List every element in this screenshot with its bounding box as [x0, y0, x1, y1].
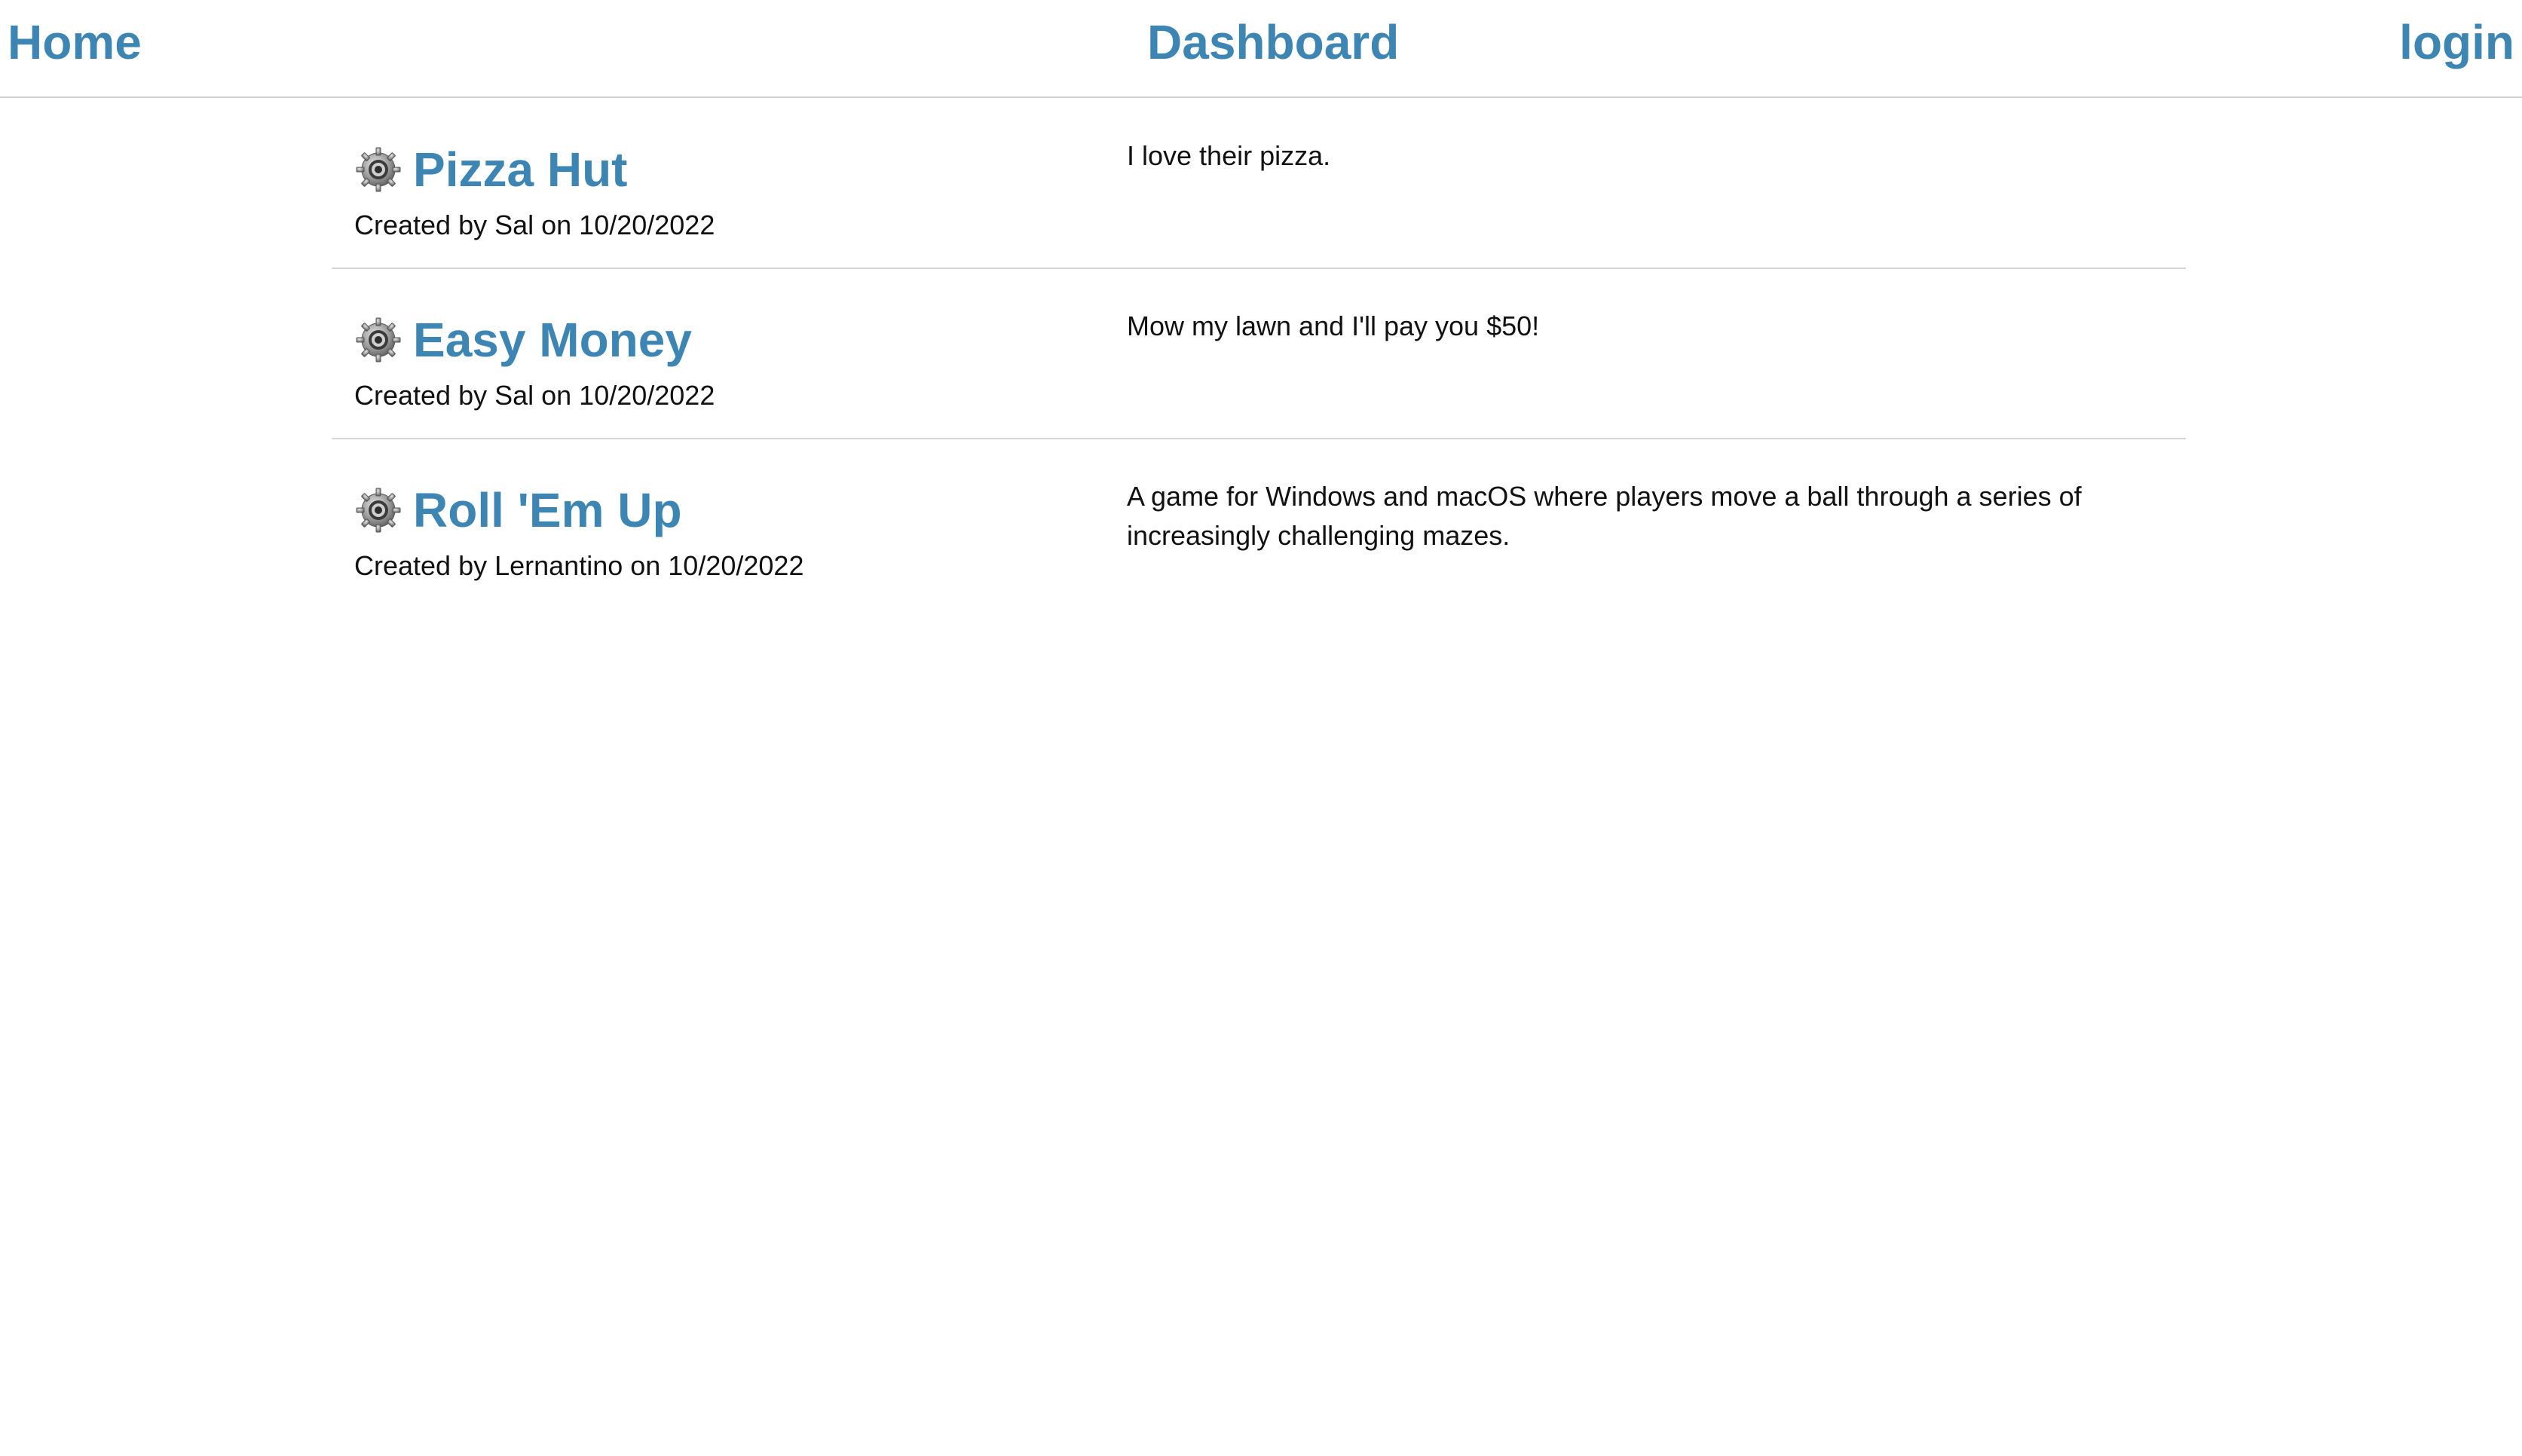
nav-login-link[interactable]: login [2399, 11, 2514, 74]
item-title-link[interactable]: Roll 'Em Up [413, 482, 682, 539]
item-title-link[interactable]: Easy Money [413, 311, 692, 369]
item-meta: Created by Lernantino on 10/20/2022 [354, 550, 804, 581]
item-description: A game for Windows and macOS where playe… [1127, 481, 2082, 551]
item-description: I love their pizza. [1127, 140, 1331, 171]
item-description: Mow my lawn and I'll pay you $50! [1127, 310, 1540, 341]
nav-dashboard-link[interactable]: Dashboard [1147, 11, 1399, 74]
title-line: Roll 'Em Up [354, 482, 1108, 539]
item-meta: Created by Sal on 10/20/2022 [354, 210, 715, 240]
post-list: Pizza Hut Created by Sal on 10/20/2022 I… [332, 99, 2186, 610]
nav-home-link[interactable]: Home [8, 11, 142, 74]
title-line: Pizza Hut [354, 141, 1108, 198]
item-meta: Created by Sal on 10/20/2022 [354, 380, 715, 411]
gear-icon[interactable] [354, 486, 402, 534]
list-item: Easy Money Created by Sal on 10/20/2022 … [332, 269, 2186, 439]
gear-icon[interactable] [354, 316, 402, 364]
list-item-header: Roll 'Em Up Created by Lernantino on 10/… [354, 482, 1108, 583]
title-line: Easy Money [354, 311, 1108, 369]
list-item-header: Easy Money Created by Sal on 10/20/2022 [354, 311, 1108, 412]
list-item-header: Pizza Hut Created by Sal on 10/20/2022 [354, 141, 1108, 242]
item-title-link[interactable]: Pizza Hut [413, 141, 627, 198]
gear-icon[interactable] [354, 145, 402, 194]
top-nav: Home Dashboard login [0, 0, 2522, 98]
list-item: Roll 'Em Up Created by Lernantino on 10/… [332, 439, 2186, 610]
list-item: Pizza Hut Created by Sal on 10/20/2022 I… [332, 99, 2186, 269]
